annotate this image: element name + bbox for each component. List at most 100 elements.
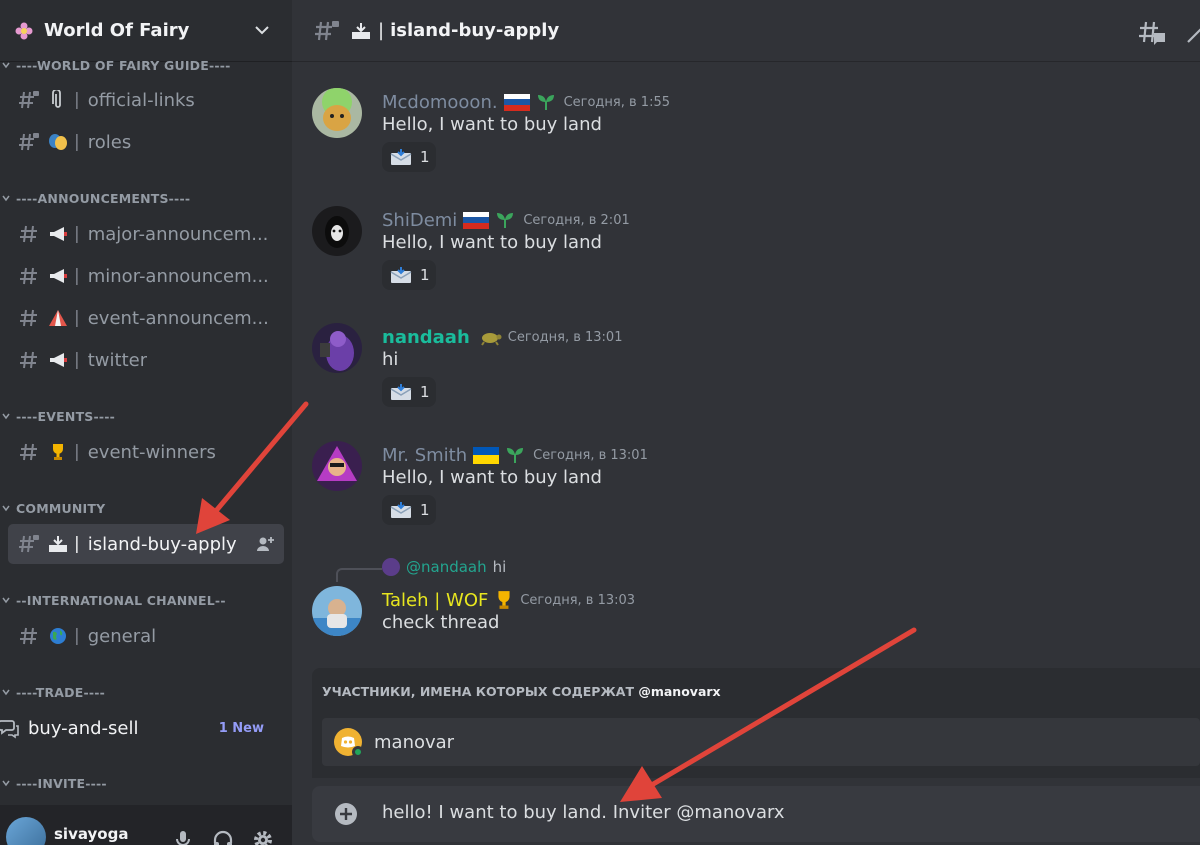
channel-name: roles [87, 131, 132, 153]
locked-hash-icon [19, 535, 39, 553]
category-invite[interactable]: ----INVITE---- [0, 774, 107, 792]
channel-separator: | [74, 266, 80, 286]
reply-text: hi [492, 558, 507, 576]
autocomplete-title: УЧАСТНИКИ, ИМЕНА КОТОРЫХ СОДЕРЖАТ @manov… [322, 684, 721, 699]
message-author[interactable]: nandaah [382, 327, 470, 348]
autocomplete-query: @manovarx [638, 684, 721, 699]
avatar[interactable] [312, 323, 362, 373]
autocomplete-title-prefix: УЧАСТНИКИ, ИМЕНА КОТОРЫХ СОДЕРЖАТ [322, 684, 634, 699]
category-trade[interactable]: ----TRADE---- [0, 683, 105, 701]
reaction-button[interactable]: 1 [382, 495, 436, 525]
caret-down-icon [2, 780, 10, 787]
discord-avatar-icon [334, 728, 364, 758]
channel-twitter[interactable]: | twitter [8, 340, 284, 380]
hash-icon [20, 225, 37, 243]
add-attachment-icon[interactable] [334, 802, 358, 826]
threads-icon[interactable] [1138, 18, 1166, 46]
channel-separator: | [74, 224, 80, 244]
message-text: hi [382, 349, 399, 370]
message-author[interactable]: ShiDemi [382, 210, 457, 231]
channel-buy-and-sell[interactable]: buy-and-sell 1 New [0, 708, 276, 748]
channel-roles[interactable]: | roles [8, 122, 284, 162]
message-author[interactable]: Taleh | WOF [382, 590, 488, 611]
caret-down-icon [2, 689, 10, 696]
category-label: COMMUNITY [16, 500, 106, 516]
category-announcements[interactable]: ----ANNOUNCEMENTS---- [0, 189, 190, 207]
locked-hash-icon [19, 91, 39, 109]
category-community[interactable]: COMMUNITY [0, 499, 105, 517]
paperclip-icon [48, 90, 68, 110]
envelope-arrow-icon [390, 502, 412, 518]
category-international[interactable]: --INTERNATIONAL CHANNEL-- [0, 591, 226, 609]
message-text: check thread [382, 612, 500, 633]
trophy-icon [48, 442, 68, 462]
message-author[interactable]: Mr. Smith [382, 445, 467, 466]
inbox-tray-icon [350, 20, 372, 42]
channel-minor-announcements[interactable]: | minor-announcem... [8, 256, 284, 296]
hash-icon [20, 443, 37, 461]
reply-reference[interactable]: @nandaah hi [382, 558, 506, 576]
reaction-button[interactable]: 1 [382, 142, 436, 172]
message-timestamp: Сегодня, в 13:03 [520, 592, 636, 608]
channel-title: island-buy-apply [390, 20, 560, 41]
autocomplete-result[interactable]: manovar [322, 718, 1200, 766]
hash-icon [20, 351, 37, 369]
reaction-count: 1 [420, 266, 430, 284]
user-avatar[interactable] [6, 817, 46, 845]
reaction-button[interactable]: 1 [382, 377, 436, 407]
channel-event-winners[interactable]: | event-winners [8, 432, 284, 472]
settings-gear-icon[interactable] [252, 829, 274, 845]
microphone-icon[interactable] [172, 829, 194, 845]
inbox-tray-icon [48, 534, 68, 554]
message-input[interactable]: hello! I want to buy land. Inviter @mano… [382, 802, 785, 823]
channel-separator: | [74, 132, 80, 152]
channel-official-links[interactable]: | official-links [8, 80, 284, 120]
masks-icon [48, 132, 68, 152]
avatar[interactable] [312, 206, 362, 256]
new-posts-badge: 1 New [218, 720, 264, 736]
chevron-down-icon[interactable] [254, 22, 270, 38]
channel-name: event-announcem... [87, 307, 269, 329]
envelope-arrow-icon [390, 267, 412, 283]
ukraine-flag-icon [473, 446, 500, 464]
circus-tent-icon [48, 308, 68, 328]
channel-name: event-winners [87, 441, 216, 463]
channel-name: official-links [87, 89, 195, 111]
channel-name: twitter [87, 349, 148, 371]
channel-name: minor-announcem... [87, 265, 269, 287]
caret-down-icon [2, 597, 10, 604]
category-events[interactable]: ----EVENTS---- [0, 407, 115, 425]
user-name[interactable]: sivayoga [54, 825, 128, 843]
channel-separator: | [74, 534, 80, 554]
megaphone-icon [48, 266, 68, 286]
avatar[interactable] [312, 586, 362, 636]
server-header[interactable]: World Of Fairy [0, 0, 292, 62]
invite-member-icon[interactable] [256, 535, 274, 553]
channel-separator: | [378, 20, 385, 41]
mute-bell-icon[interactable] [1184, 18, 1200, 46]
channel-event-announcements[interactable]: | event-announcem... [8, 298, 284, 338]
avatar[interactable] [312, 441, 362, 491]
reaction-count: 1 [420, 383, 430, 401]
forum-icon [0, 720, 19, 739]
avatar[interactable] [312, 88, 362, 138]
server-flower-icon [14, 21, 34, 41]
channel-header: | island-buy-apply [292, 0, 1200, 62]
reaction-button[interactable]: 1 [382, 260, 436, 290]
message-timestamp: Сегодня, в 13:01 [533, 447, 648, 463]
online-status-dot [352, 746, 364, 758]
reply-mention[interactable]: @nandaah [406, 558, 487, 576]
headphones-icon[interactable] [212, 829, 234, 845]
message-author[interactable]: Mcdomooon. [382, 92, 498, 113]
sprout-badge-icon [507, 448, 524, 463]
message-text: Hello, I want to buy land [382, 232, 602, 253]
channel-major-announcements[interactable]: | major-announcem... [8, 214, 284, 254]
envelope-arrow-icon [390, 149, 412, 165]
message-composer[interactable]: hello! I want to buy land. Inviter @mano… [312, 786, 1200, 842]
channel-island-buy-apply[interactable]: | island-buy-apply [8, 524, 284, 564]
message-timestamp: Сегодня, в 1:55 [563, 94, 670, 110]
category-guide[interactable]: ----WORLD OF FAIRY GUIDE---- [0, 56, 231, 74]
caret-down-icon [2, 413, 10, 420]
user-panel: sivayoga [0, 805, 292, 845]
channel-general[interactable]: | general [8, 616, 284, 656]
